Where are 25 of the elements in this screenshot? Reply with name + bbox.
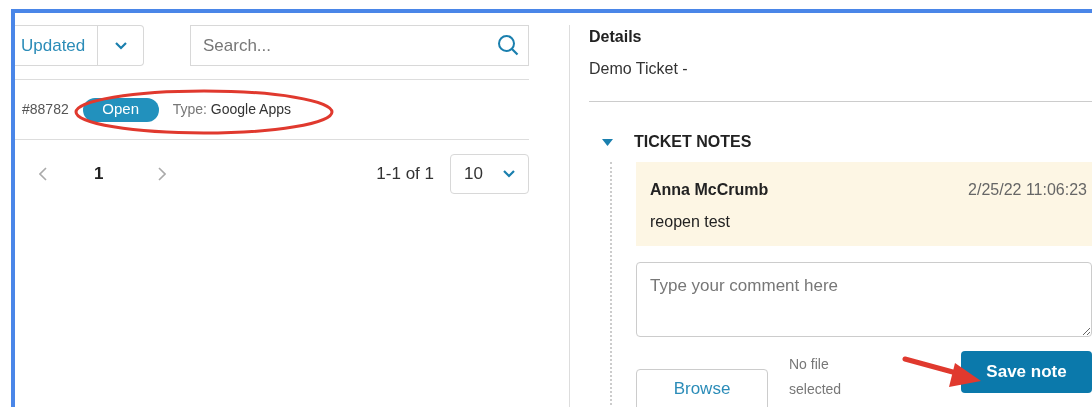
search-icon: [497, 34, 519, 56]
ticket-type: Type: Google Apps: [172, 100, 292, 119]
page-size-value: 10: [464, 163, 483, 186]
ticket-title: Demo Ticket -: [589, 59, 689, 79]
browse-button[interactable]: Browse: [636, 369, 768, 407]
section-heading: TICKET NOTES: [634, 132, 752, 152]
chevron-down-icon: [114, 41, 127, 50]
caret-down-icon: [602, 138, 613, 146]
details-heading: Details: [589, 27, 643, 47]
range-text: 1-1 of 1: [376, 163, 434, 186]
comment-field[interactable]: Type your comment here: [636, 262, 1092, 337]
chevron-left-icon: [39, 167, 47, 181]
collapse-toggle[interactable]: [602, 138, 614, 146]
note-author: Anna McCrumb: [650, 180, 769, 200]
page-size-select[interactable]: 10: [450, 154, 529, 194]
status-badge: Open: [82, 97, 159, 122]
page-button[interactable]: 1: [90, 161, 108, 187]
save-note-button[interactable]: Save note: [961, 351, 1092, 393]
ticket-number: #88782: [22, 100, 69, 119]
note-time: 2/25/22 11:06:23: [968, 180, 1087, 200]
note-text: reopen test: [650, 212, 732, 232]
chevron-down-icon: [503, 170, 515, 178]
file-status: No file selected: [789, 355, 843, 399]
search-field[interactable]: Search...: [190, 25, 529, 66]
chevron-right-icon: [158, 167, 167, 181]
